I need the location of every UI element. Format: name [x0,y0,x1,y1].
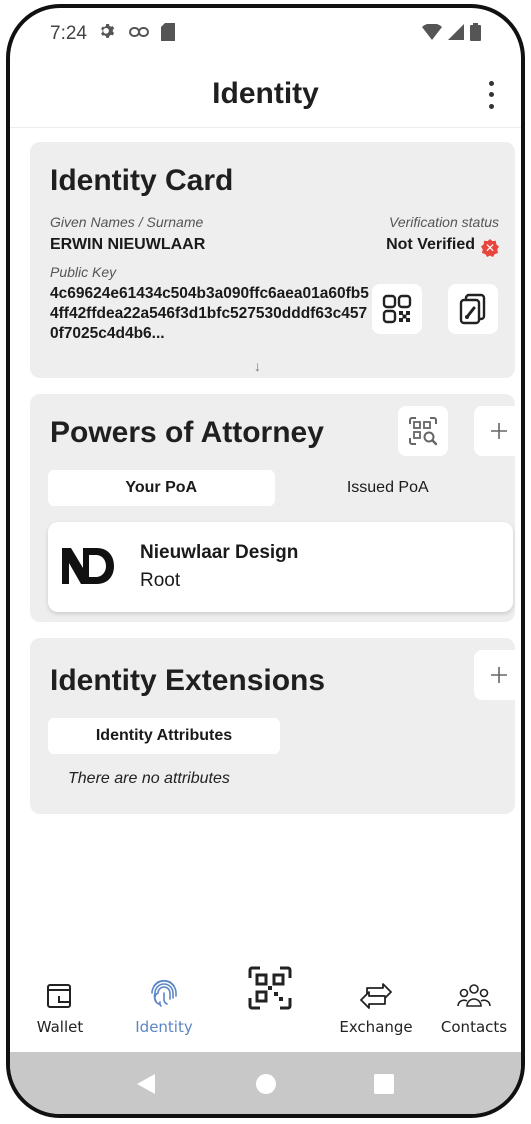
poa-role: Root [140,570,181,591]
nav-exchange[interactable]: Exchange [326,954,426,1052]
screen: 7:24 Identity Identity Card Given Names … [10,8,521,1114]
identity-card: Identity Card Given Names / Surname ERWI… [30,142,515,378]
nieuwlaar-design-logo [62,548,114,589]
public-key-label: Public Key [50,264,117,280]
recents-button[interactable] [366,1066,402,1102]
tab-issued-poa[interactable]: Issued PoA [275,470,502,506]
poa-tabs: Your PoA Issued PoA [48,470,501,506]
more-vert-icon[interactable] [479,78,503,112]
names-value: ERWIN NIEUWLAAR [50,236,206,253]
fingerprint-icon [151,979,177,1007]
nav-contacts-label: Contacts [440,1018,508,1036]
verification-value: Not Verified [386,236,475,253]
qr-code-button[interactable] [372,284,422,334]
poa-card: Powers of Attorney Your PoA Issued PoA N… [30,394,521,622]
contacts-icon [457,984,491,1007]
qr-scan-search-icon [409,417,438,446]
not-verified-icon: ✕ [481,239,499,257]
battery-icon [470,22,481,46]
empty-attributes-text: There are no attributes [68,770,230,787]
extension-tabs: Identity Attributes [48,718,501,754]
exchange-icon [360,983,392,1009]
nav-exchange-label: Exchange [339,1018,413,1036]
status-time: 7:24 [50,23,87,44]
public-key-value[interactable]: 4c69624e61434c504b3a090ffc6aea01a60fb54f… [50,284,370,344]
sd-card-icon [160,22,175,46]
app-bar: Identity [10,60,521,128]
document-sign-icon [459,293,486,325]
poa-list-item[interactable]: Nieuwlaar Design Root [48,522,513,612]
identity-extensions-card: Identity Extensions Identity Attributes … [30,638,521,814]
add-poa-button[interactable] [474,406,521,456]
back-button[interactable] [128,1066,164,1102]
scan-poa-button[interactable] [398,406,448,456]
wallet-icon [47,984,71,1008]
nav-scan[interactable] [220,954,320,1052]
nav-wallet[interactable]: Wallet [10,954,110,1052]
home-icon [256,1074,276,1094]
plus-icon [491,423,507,439]
verification-label: Verification status [389,214,499,230]
qr-scan-icon [248,966,292,1010]
nav-wallet-label: Wallet [36,1018,84,1036]
nav-contacts[interactable]: Contacts [424,954,521,1052]
recents-icon [374,1074,394,1094]
identity-card-title: Identity Card [50,164,234,197]
add-extension-button[interactable] [474,650,521,700]
page-title: Identity [212,76,319,110]
status-bar: 7:24 [10,8,521,60]
poa-card-title: Powers of Attorney [50,416,324,449]
back-icon [137,1074,155,1094]
names-label: Given Names / Surname [50,214,204,230]
home-button[interactable] [248,1066,284,1102]
plus-icon [491,667,507,683]
link-icon [128,24,149,44]
tab-your-poa[interactable]: Your PoA [48,470,275,506]
main-content: Identity Card Given Names / Surname ERWI… [10,128,521,954]
extensions-card-title: Identity Extensions [50,664,326,697]
phone-frame: 7:24 Identity Identity Card Given Names … [6,4,525,1118]
system-navigation-bar [10,1052,521,1114]
nav-identity[interactable]: Identity [114,954,214,1052]
poa-name: Nieuwlaar Design [140,542,299,563]
gear-icon [99,23,117,46]
nav-identity-label: Identity [135,1018,193,1036]
verification-status: Not Verified ✕ [386,236,499,257]
tab-identity-attributes[interactable]: Identity Attributes [48,718,280,754]
wifi-icon [422,22,442,45]
bottom-navigation: Wallet Identity Exchange Contacts [10,954,521,1052]
sign-document-button[interactable] [448,284,498,334]
qr-code-icon [382,294,412,324]
signal-icon [448,23,464,45]
arrow-down-icon[interactable]: ↓ [254,358,261,374]
